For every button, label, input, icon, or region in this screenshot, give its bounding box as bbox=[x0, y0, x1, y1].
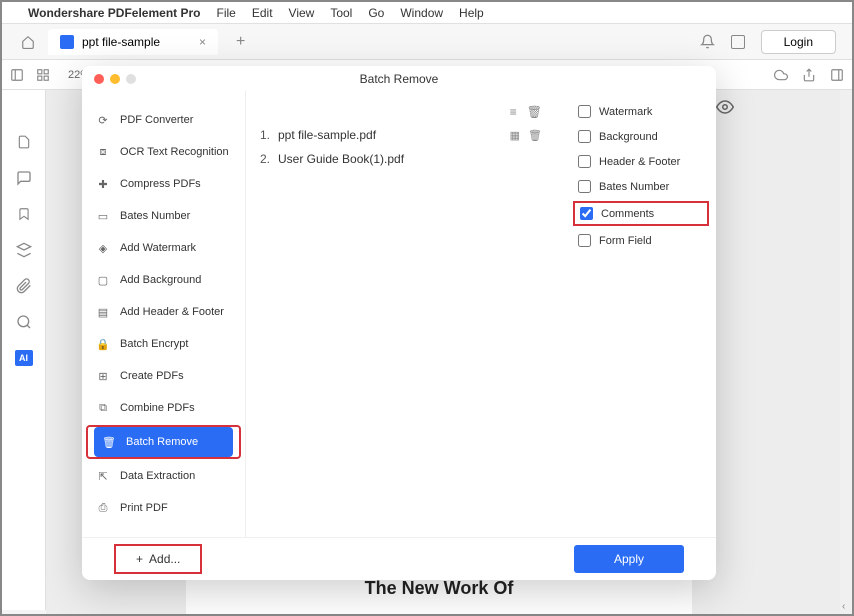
device-icon[interactable] bbox=[731, 35, 745, 49]
sidebar-item-data-extraction[interactable]: ⇱Data Extraction bbox=[82, 461, 245, 491]
bell-icon[interactable] bbox=[700, 34, 715, 49]
remove-options: Watermark Background Header & Footer Bat… bbox=[566, 91, 716, 537]
checkbox-background[interactable] bbox=[578, 130, 591, 143]
print-icon: ⎙ bbox=[96, 501, 110, 515]
tabbar: ppt file-sample × + Login bbox=[2, 24, 852, 60]
eye-icon[interactable] bbox=[716, 98, 734, 116]
combine-icon: ⧉ bbox=[96, 401, 110, 415]
header-footer-icon: ▤ bbox=[96, 305, 110, 319]
home-tab[interactable] bbox=[8, 35, 48, 49]
ocr-icon: ⧈ bbox=[96, 145, 110, 159]
option-header-footer[interactable]: Header & Footer bbox=[578, 155, 704, 168]
checkbox-comments[interactable] bbox=[580, 207, 593, 220]
comment-icon[interactable] bbox=[16, 170, 32, 186]
menubar: Wondershare PDFelement Pro File Edit Vie… bbox=[2, 2, 852, 24]
scrollbar[interactable]: ‹ bbox=[840, 90, 852, 614]
lock-icon: 🔒 bbox=[96, 337, 110, 351]
trash-icon: 🗑 bbox=[102, 435, 116, 449]
delete-all-icon[interactable]: 🗑 bbox=[527, 105, 542, 119]
create-icon: ⊞ bbox=[96, 369, 110, 383]
app-name[interactable]: Wondershare PDFelement Pro bbox=[28, 6, 201, 20]
file-number: 2. bbox=[260, 152, 278, 166]
menu-window[interactable]: Window bbox=[400, 6, 443, 20]
ai-icon[interactable]: AI bbox=[15, 350, 33, 366]
sidebar-toggle-icon[interactable] bbox=[10, 68, 24, 82]
file-name: ppt file-sample.pdf bbox=[278, 128, 510, 142]
sidebar-item-print[interactable]: ⎙Print PDF bbox=[82, 493, 245, 523]
watermark-icon: ◈ bbox=[96, 241, 110, 255]
login-button[interactable]: Login bbox=[761, 30, 836, 54]
list-view-icon[interactable]: ≡ bbox=[510, 105, 517, 119]
compress-icon: ✚ bbox=[96, 177, 110, 191]
sidebar-item-encrypt[interactable]: 🔒Batch Encrypt bbox=[82, 329, 245, 359]
sidebar-item-header-footer[interactable]: ▤Add Header & Footer bbox=[82, 297, 245, 327]
sidebar-item-ocr[interactable]: ⧈OCR Text Recognition bbox=[82, 137, 245, 167]
doc-headline: The New Work Of bbox=[186, 574, 692, 614]
pdf-icon bbox=[60, 35, 74, 49]
menu-view[interactable]: View bbox=[289, 6, 315, 20]
background-icon: ▢ bbox=[96, 273, 110, 287]
plus-icon: + bbox=[136, 552, 143, 566]
sidebar-item-pdf-converter[interactable]: ⟳PDF Converter bbox=[82, 105, 245, 135]
bates-icon: ▭ bbox=[96, 209, 110, 223]
panel-icon[interactable] bbox=[830, 68, 844, 82]
document-tab[interactable]: ppt file-sample × bbox=[48, 29, 218, 55]
checkbox-bates-number[interactable] bbox=[578, 180, 591, 193]
menu-file[interactable]: File bbox=[217, 6, 236, 20]
add-tab-button[interactable]: + bbox=[236, 33, 245, 51]
sidebar-item-combine[interactable]: ⧉Combine PDFs bbox=[82, 393, 245, 423]
search-icon[interactable] bbox=[16, 314, 32, 330]
file-delete-icon[interactable]: 🗑 bbox=[528, 129, 542, 142]
sidebar-item-bates[interactable]: ▭Bates Number bbox=[82, 201, 245, 231]
extract-icon: ⇱ bbox=[96, 469, 110, 483]
file-row[interactable]: 1. ppt file-sample.pdf ▦ 🗑 bbox=[252, 123, 560, 147]
sidebar-item-batch-remove[interactable]: 🗑Batch Remove bbox=[94, 427, 233, 457]
close-tab-icon[interactable]: × bbox=[199, 35, 206, 49]
sidebar-item-compress[interactable]: ✚Compress PDFs bbox=[82, 169, 245, 199]
bookmark-icon[interactable] bbox=[16, 206, 32, 222]
checkbox-header-footer[interactable] bbox=[578, 155, 591, 168]
checkbox-form-field[interactable] bbox=[578, 234, 591, 247]
option-comments[interactable]: Comments bbox=[580, 207, 702, 220]
grid-icon[interactable] bbox=[36, 68, 50, 82]
file-info-icon[interactable]: ▦ bbox=[510, 129, 520, 142]
attachment-icon[interactable] bbox=[16, 278, 32, 294]
cloud-icon[interactable] bbox=[774, 68, 788, 82]
menu-tool[interactable]: Tool bbox=[330, 6, 352, 20]
sidebar-item-create[interactable]: ⊞Create PDFs bbox=[82, 361, 245, 391]
file-number: 1. bbox=[260, 128, 278, 142]
option-bates-number[interactable]: Bates Number bbox=[578, 180, 704, 193]
window-zoom-icon[interactable] bbox=[126, 74, 136, 84]
sidebar-item-watermark[interactable]: ◈Add Watermark bbox=[82, 233, 245, 263]
convert-icon: ⟳ bbox=[96, 113, 110, 127]
file-row[interactable]: 2. User Guide Book(1).pdf bbox=[252, 147, 560, 171]
layers-icon[interactable] bbox=[16, 242, 32, 258]
sidebar-item-background[interactable]: ▢Add Background bbox=[82, 265, 245, 295]
batch-modal: Batch Remove ⟳PDF Converter ⧈OCR Text Re… bbox=[82, 66, 716, 580]
file-list: ≡ 🗑 1. ppt file-sample.pdf ▦ 🗑 2. User Gu… bbox=[246, 91, 566, 537]
option-form-field[interactable]: Form Field bbox=[578, 234, 704, 247]
window-close-icon[interactable] bbox=[94, 74, 104, 84]
tab-title: ppt file-sample bbox=[82, 35, 160, 49]
left-rail: AI bbox=[2, 90, 46, 610]
menu-edit[interactable]: Edit bbox=[252, 6, 273, 20]
option-background[interactable]: Background bbox=[578, 130, 704, 143]
file-name: User Guide Book(1).pdf bbox=[278, 152, 542, 166]
checkbox-watermark[interactable] bbox=[578, 105, 591, 118]
option-watermark[interactable]: Watermark bbox=[578, 105, 704, 118]
share-icon[interactable] bbox=[802, 68, 816, 82]
thumbnail-icon[interactable] bbox=[16, 134, 32, 150]
apply-button[interactable]: Apply bbox=[574, 545, 684, 573]
scroll-arrow-icon[interactable]: ‹ bbox=[842, 601, 845, 612]
menu-go[interactable]: Go bbox=[368, 6, 384, 20]
modal-sidebar: ⟳PDF Converter ⧈OCR Text Recognition ✚Co… bbox=[82, 91, 246, 537]
modal-title: Batch Remove bbox=[360, 72, 439, 86]
menu-help[interactable]: Help bbox=[459, 6, 484, 20]
window-minimize-icon[interactable] bbox=[110, 74, 120, 84]
add-button[interactable]: +Add... bbox=[114, 544, 202, 574]
